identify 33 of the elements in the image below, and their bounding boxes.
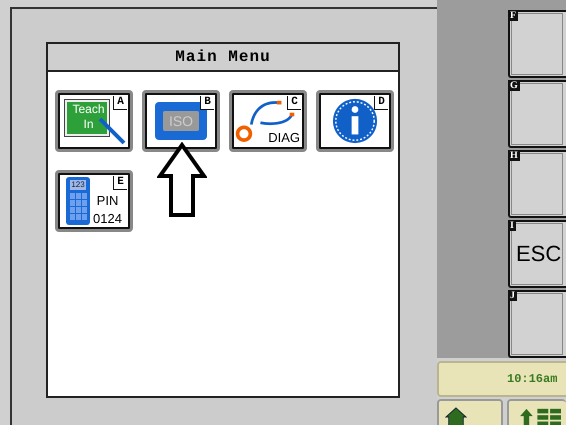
menu-title: Main Menu xyxy=(48,44,398,72)
pen-icon xyxy=(97,116,127,146)
clock: 10:16am xyxy=(437,361,566,397)
key-letter: J xyxy=(508,290,517,301)
diag-label: DIAG xyxy=(268,130,300,145)
calculator-icon: 123 xyxy=(66,177,90,225)
softkey[interactable]: J xyxy=(508,290,566,358)
key-letter: F xyxy=(508,10,518,21)
up-grid-button[interactable] xyxy=(507,399,566,425)
key-letter: C xyxy=(287,96,301,110)
key-letter: A xyxy=(113,96,127,110)
softkey[interactable]: I ESC xyxy=(508,220,566,288)
softkey-label: ESC xyxy=(515,241,562,266)
softkey[interactable]: F xyxy=(508,10,566,78)
menu-tile[interactable]: 123 PIN 0124 E xyxy=(55,170,133,232)
key-letter: G xyxy=(508,80,520,91)
menu-tile[interactable]: D xyxy=(316,90,394,152)
softkey[interactable]: G xyxy=(508,80,566,148)
teach-board: Teach In xyxy=(65,100,109,136)
menu-tile[interactable]: C DIAG xyxy=(229,90,307,152)
pin-number: 0124 xyxy=(93,210,122,228)
home-button[interactable] xyxy=(437,399,503,425)
key-letter: I xyxy=(508,220,516,231)
pin-label: PIN xyxy=(96,192,120,210)
menu-tile[interactable]: A Teach In xyxy=(55,90,133,152)
key-letter: E xyxy=(113,176,127,190)
key-letter: B xyxy=(200,96,214,110)
info-icon xyxy=(331,97,379,145)
key-letter: D xyxy=(374,96,388,110)
home-icon xyxy=(445,407,467,425)
softkey[interactable]: H xyxy=(508,150,566,218)
key-letter: H xyxy=(508,150,520,161)
up-arrow-icon xyxy=(157,142,207,218)
